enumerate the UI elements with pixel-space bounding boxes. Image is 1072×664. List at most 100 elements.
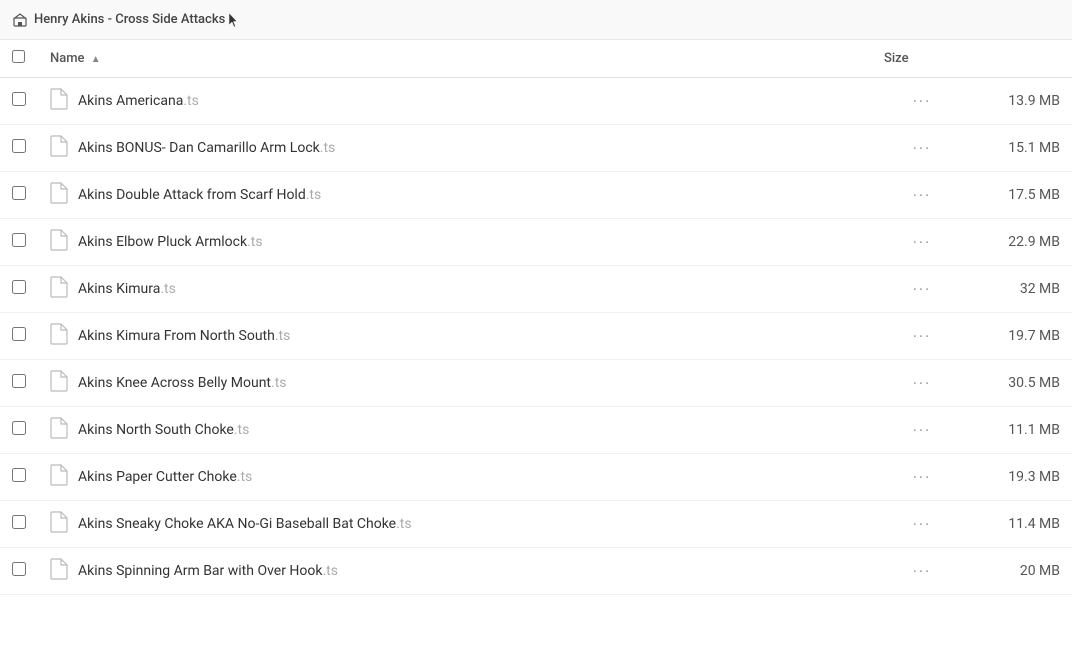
row-size-cell: 19.7 MB <box>972 313 1072 360</box>
table-row: Akins Kimura From North South.ts ··· 19.7 … <box>0 313 1072 360</box>
row-checkbox[interactable] <box>12 421 26 435</box>
row-checkbox[interactable] <box>12 233 26 247</box>
file-icon <box>50 239 68 255</box>
col-header-name[interactable]: Name ▲ <box>38 40 872 78</box>
more-options-button[interactable]: ··· <box>907 278 938 301</box>
col-header-size[interactable]: Size <box>872 40 972 78</box>
row-checkbox[interactable] <box>12 515 26 529</box>
row-name-cell: Akins Knee Across Belly Mount.ts <box>38 360 872 407</box>
row-actions-cell[interactable]: ··· <box>872 501 972 548</box>
row-checkbox-cell[interactable] <box>0 313 38 360</box>
table-row: Akins Kimura.ts···32 MB <box>0 266 1072 313</box>
file-name: Akins Americana.ts <box>78 93 199 109</box>
file-name-ext: .ts <box>320 140 336 156</box>
file-name-ext: .ts <box>271 375 287 391</box>
row-checkbox-cell[interactable] <box>0 266 38 313</box>
file-icon <box>50 521 68 537</box>
row-name-cell: Akins Kimura.ts <box>38 266 872 313</box>
table-row: Akins Spinning Arm Bar with Over Hook.ts… <box>0 548 1072 595</box>
more-options-button[interactable]: ··· <box>907 466 938 489</box>
file-name-base: Akins Knee Across Belly Mount <box>78 375 271 391</box>
row-name-cell: Akins Spinning Arm Bar with Over Hook.ts <box>38 548 872 595</box>
more-options-button[interactable]: ··· <box>907 231 938 254</box>
file-name-base: Akins Elbow Pluck Armlock <box>78 234 247 250</box>
col-size-label: Size <box>884 51 909 66</box>
row-actions-cell[interactable]: ··· <box>872 407 972 454</box>
file-icon <box>50 474 68 490</box>
file-icon <box>50 333 68 349</box>
more-options-button[interactable]: ··· <box>907 560 938 583</box>
file-name-base: Akins Sneaky Choke AKA No-Gi Baseball Ba… <box>78 516 396 532</box>
row-checkbox[interactable] <box>12 280 26 294</box>
file-icon <box>50 380 68 396</box>
row-checkbox-cell[interactable] <box>0 454 38 501</box>
row-actions-cell[interactable]: ··· <box>872 266 972 313</box>
more-options-button[interactable]: ··· <box>907 90 938 113</box>
row-checkbox-cell[interactable] <box>0 360 38 407</box>
file-name: Akins BONUS- Dan Camarillo Arm Lock.ts <box>78 140 335 156</box>
table-row: Akins BONUS- Dan Camarillo Arm Lock.ts ··… <box>0 125 1072 172</box>
row-actions-cell[interactable]: ··· <box>872 313 972 360</box>
row-actions-cell[interactable]: ··· <box>872 454 972 501</box>
row-name-cell: Akins Double Attack from Scarf Hold.ts <box>38 172 872 219</box>
file-icon <box>50 192 68 208</box>
file-icon <box>50 98 68 114</box>
row-checkbox-cell[interactable] <box>0 407 38 454</box>
row-checkbox[interactable] <box>12 139 26 153</box>
row-checkbox[interactable] <box>12 186 26 200</box>
more-options-button[interactable]: ··· <box>907 184 938 207</box>
file-name-ext: .ts <box>160 281 176 297</box>
row-checkbox-cell[interactable] <box>0 172 38 219</box>
more-options-button[interactable]: ··· <box>907 513 938 536</box>
file-name-base: Akins Americana <box>78 93 183 109</box>
file-name-base: Akins BONUS- Dan Camarillo Arm Lock <box>78 140 320 156</box>
table-row: Akins Knee Across Belly Mount.ts ··· 30.5 … <box>0 360 1072 407</box>
file-name-base: Akins North South Choke <box>78 422 234 438</box>
file-name: Akins Sneaky Choke AKA No-Gi Baseball Ba… <box>78 516 412 532</box>
row-size-cell: 30.5 MB <box>972 360 1072 407</box>
file-name: Akins Kimura.ts <box>78 281 176 297</box>
row-checkbox-cell[interactable] <box>0 78 38 125</box>
row-actions-cell[interactable]: ··· <box>872 360 972 407</box>
row-size-cell: 19.3 MB <box>972 454 1072 501</box>
breadcrumb-title: Henry Akins - Cross Side Attacks <box>34 12 225 27</box>
file-icon <box>50 568 68 584</box>
file-name-ext: .ts <box>396 516 412 532</box>
row-checkbox[interactable] <box>12 327 26 341</box>
more-options-button[interactable]: ··· <box>907 372 938 395</box>
file-icon <box>50 427 68 443</box>
table-row: Akins Americana.ts···13.9 MB <box>0 78 1072 125</box>
row-size-cell: 22.9 MB <box>972 219 1072 266</box>
file-name-ext: .ts <box>234 422 250 438</box>
row-actions-cell[interactable]: ··· <box>872 548 972 595</box>
file-name-base: Akins Spinning Arm Bar with Over Hook <box>78 563 322 579</box>
row-size-cell: 11.1 MB <box>972 407 1072 454</box>
file-icon <box>50 286 68 302</box>
row-checkbox-cell[interactable] <box>0 125 38 172</box>
row-name-cell: Akins BONUS- Dan Camarillo Arm Lock.ts <box>38 125 872 172</box>
row-checkbox-cell[interactable] <box>0 219 38 266</box>
file-name: Akins Elbow Pluck Armlock.ts <box>78 234 263 250</box>
row-checkbox[interactable] <box>12 468 26 482</box>
select-all-checkbox[interactable] <box>12 50 25 63</box>
row-actions-cell[interactable]: ··· <box>872 172 972 219</box>
file-name: Akins Double Attack from Scarf Hold.ts <box>78 187 321 203</box>
select-all-checkbox-header[interactable] <box>0 40 38 78</box>
row-checkbox-cell[interactable] <box>0 501 38 548</box>
row-name-cell: Akins Elbow Pluck Armlock.ts <box>38 219 872 266</box>
more-options-button[interactable]: ··· <box>907 419 938 442</box>
row-checkbox[interactable] <box>12 374 26 388</box>
row-size-cell: 15.1 MB <box>972 125 1072 172</box>
row-checkbox-cell[interactable] <box>0 548 38 595</box>
row-size-cell: 17.5 MB <box>972 172 1072 219</box>
row-actions-cell[interactable]: ··· <box>872 219 972 266</box>
more-options-button[interactable]: ··· <box>907 325 938 348</box>
file-name: Akins North South Choke.ts <box>78 422 249 438</box>
row-checkbox[interactable] <box>12 92 26 106</box>
row-actions-cell[interactable]: ··· <box>872 78 972 125</box>
row-checkbox[interactable] <box>12 562 26 576</box>
more-options-button[interactable]: ··· <box>907 137 938 160</box>
file-name: Akins Kimura From North South.ts <box>78 328 290 344</box>
row-name-cell: Akins Paper Cutter Choke.ts <box>38 454 872 501</box>
row-actions-cell[interactable]: ··· <box>872 125 972 172</box>
